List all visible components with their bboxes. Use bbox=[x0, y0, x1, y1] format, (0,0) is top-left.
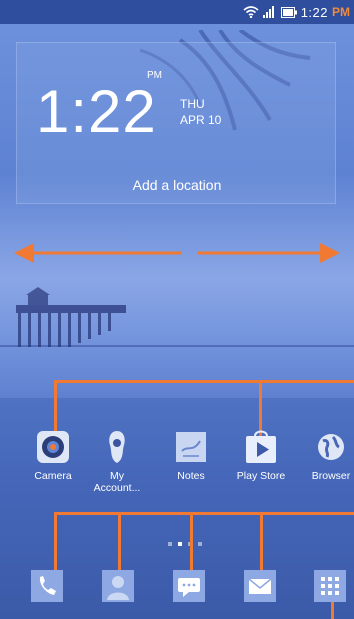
page-dot-active bbox=[178, 542, 182, 546]
app-label: Play Store bbox=[236, 470, 286, 482]
status-bar: 1:22 PM bbox=[0, 0, 354, 24]
annotation-line bbox=[54, 380, 354, 383]
wifi-icon bbox=[243, 6, 259, 18]
annotation-line bbox=[190, 512, 193, 572]
left-arrow-icon bbox=[14, 243, 34, 263]
page-dot bbox=[168, 542, 172, 546]
contacts-icon[interactable] bbox=[102, 570, 134, 602]
page-indicator bbox=[168, 542, 202, 546]
annotation-line bbox=[54, 512, 57, 572]
signal-icon bbox=[262, 6, 274, 18]
phone-icon[interactable] bbox=[31, 570, 63, 602]
pier bbox=[16, 287, 126, 347]
play-store-icon bbox=[242, 428, 280, 466]
app-browser[interactable]: Browser bbox=[299, 428, 354, 482]
my-account-icon bbox=[98, 428, 136, 466]
swipe-arrows bbox=[14, 243, 340, 263]
app-drawer-icon[interactable] bbox=[314, 570, 346, 602]
right-arrow-icon bbox=[320, 243, 340, 263]
app-label: Notes bbox=[177, 470, 205, 482]
camera-icon bbox=[34, 428, 72, 466]
app-label: My Account... bbox=[93, 470, 141, 494]
app-my-account[interactable]: My Account... bbox=[85, 428, 149, 494]
annotation-line bbox=[54, 512, 354, 515]
clock-date-label: APR 10 bbox=[180, 113, 222, 127]
page-dot bbox=[198, 542, 202, 546]
clock-time: 1:22 bbox=[36, 78, 157, 145]
app-notes[interactable]: Notes bbox=[159, 428, 223, 482]
battery-icon bbox=[280, 6, 297, 18]
annotation-line bbox=[260, 512, 263, 572]
home-screen: 1:22 PM 1:22 PM THU APR 10 Add a locatio… bbox=[0, 0, 354, 619]
email-icon[interactable] bbox=[244, 570, 276, 602]
app-label: Camera bbox=[34, 470, 72, 482]
status-ampm: PM bbox=[332, 5, 350, 19]
app-camera[interactable]: Camera bbox=[21, 428, 85, 482]
annotation-line bbox=[118, 512, 121, 572]
clock-ampm: PM bbox=[147, 70, 162, 81]
notes-icon bbox=[172, 428, 210, 466]
add-location-link[interactable]: Add a location bbox=[0, 177, 354, 193]
browser-icon bbox=[312, 428, 350, 466]
app-label: Browser bbox=[311, 470, 351, 482]
messaging-icon[interactable] bbox=[173, 570, 205, 602]
app-play-store[interactable]: Play Store bbox=[229, 428, 293, 482]
clock-day-label: THU bbox=[180, 97, 205, 111]
clock-date: THU APR 10 bbox=[180, 96, 221, 128]
status-time: 1:22 bbox=[300, 4, 328, 20]
